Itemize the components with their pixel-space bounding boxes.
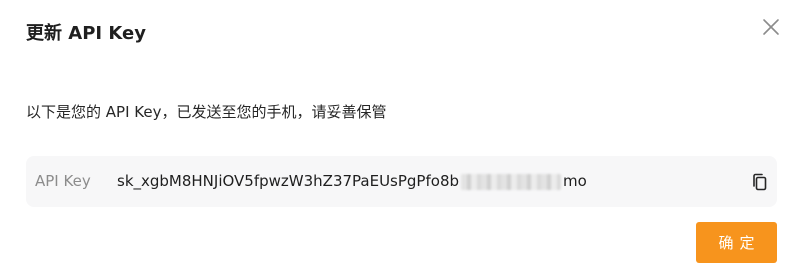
api-key-label: API Key xyxy=(35,172,91,190)
copy-button[interactable] xyxy=(750,172,770,192)
close-icon xyxy=(763,19,779,35)
api-key-value[interactable]: sk_xgbM8HNJiOV5fpwzW3hZ37PaEUsPgPfo8b mo xyxy=(117,156,587,207)
api-key-value-suffix: mo xyxy=(563,172,587,190)
dialog-title: 更新 API Key xyxy=(26,23,146,44)
api-key-value-prefix: sk_xgbM8HNJiOV5fpwzW3hZ37PaEUsPgPfo8b xyxy=(117,172,460,190)
update-api-key-dialog: 更新 API Key 以下是您的 API Key，已发送至您的手机，请妥善保管 … xyxy=(0,0,804,277)
api-key-row: API Key sk_xgbM8HNJiOV5fpwzW3hZ37PaEUsPg… xyxy=(26,156,777,207)
copy-icon xyxy=(753,173,767,191)
dialog-message: 以下是您的 API Key，已发送至您的手机，请妥善保管 xyxy=(26,103,387,121)
close-button[interactable] xyxy=(760,16,782,38)
redacted-key-segment xyxy=(461,173,562,190)
confirm-button[interactable]: 确定 xyxy=(696,222,777,263)
